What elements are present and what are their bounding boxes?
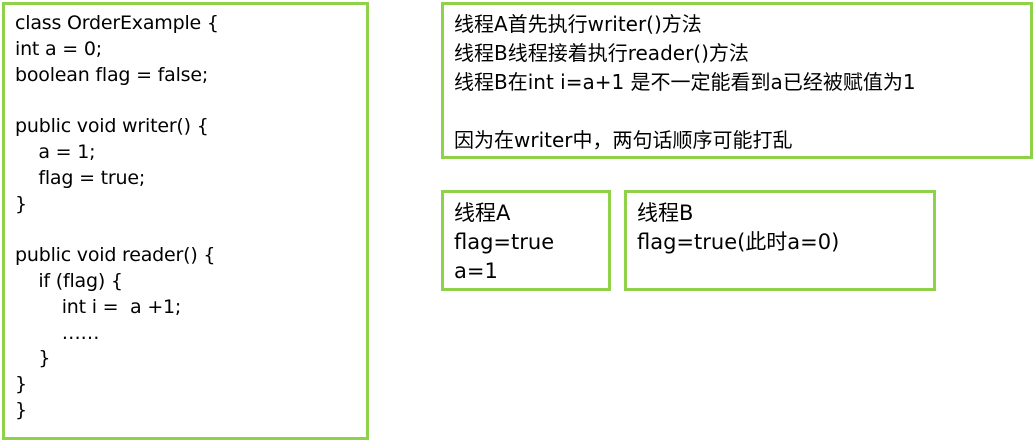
code-line: }	[15, 398, 27, 421]
code-line: class OrderExample {	[15, 12, 219, 34]
code-line: public void writer() {	[15, 115, 209, 138]
code-line: int a = 0;	[15, 37, 102, 60]
code-line: }	[15, 192, 27, 215]
thread-b-panel: 线程B flag=true(此时a=0)	[624, 190, 936, 291]
explanation-panel: 线程A首先执行writer()方法 线程B线程接着执行reader()方法 线程…	[441, 2, 1033, 159]
thread-b-title: 线程B	[637, 201, 694, 225]
code-panel: class OrderExample { int a = 0; boolean …	[2, 2, 369, 440]
explanation-line: 线程B在int i=a+1 是不一定能看到a已经被赋值为1	[454, 70, 916, 94]
code-line: boolean flag = false;	[15, 63, 209, 86]
thread-a-title: 线程A	[454, 201, 511, 225]
code-line: ……	[15, 321, 100, 344]
thread-a-a-state: a=1	[454, 259, 498, 283]
code-line: int i = a +1;	[15, 295, 182, 318]
code-line: }	[15, 373, 27, 396]
code-line: }	[15, 347, 51, 370]
explanation-line: 线程A首先执行writer()方法	[454, 12, 702, 36]
explanation-line: 线程B线程接着执行reader()方法	[454, 41, 749, 65]
thread-b-flag-state: flag=true(此时a=0)	[637, 230, 840, 254]
code-line: if (flag) {	[15, 269, 123, 292]
code-line: a = 1;	[15, 140, 96, 163]
explanation-line: 因为在writer中，两句话顺序可能打乱	[454, 128, 793, 152]
code-line: flag = true;	[15, 166, 146, 189]
thread-a-panel: 线程A flag=true a=1	[441, 190, 611, 291]
thread-a-flag-state: flag=true	[454, 230, 555, 254]
explanation-line	[454, 97, 1020, 126]
code-line: public void reader() {	[15, 244, 216, 267]
